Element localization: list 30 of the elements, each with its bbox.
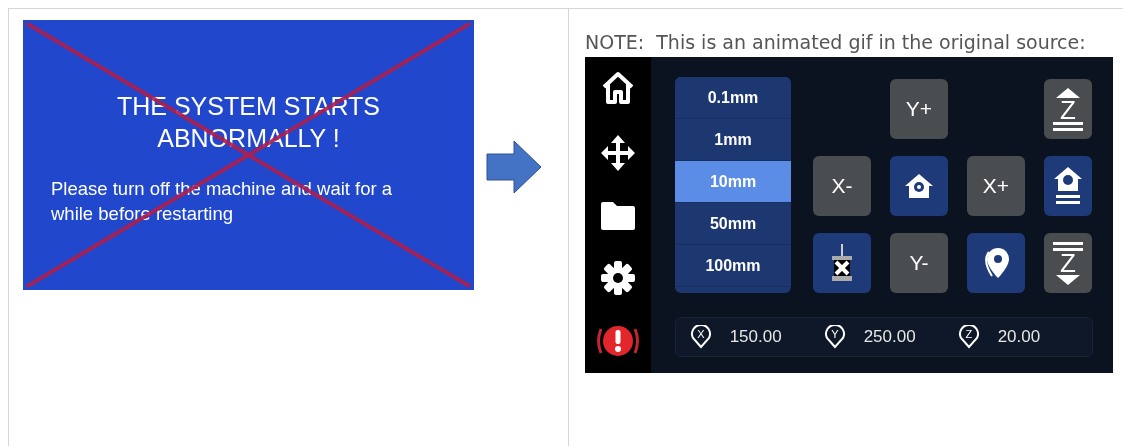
z-up-button[interactable]: Z [1044, 79, 1092, 139]
axis-pin-icon: Z [958, 325, 980, 349]
jog-button[interactable]: Y- [890, 233, 948, 293]
double-line-icon [1053, 121, 1083, 131]
home-button[interactable] [890, 156, 948, 216]
folder-icon[interactable] [599, 200, 637, 232]
right-arrow-icon [486, 140, 542, 194]
home-icon[interactable] [601, 71, 635, 105]
step-size-option[interactable]: 0.1mm [675, 77, 791, 119]
up-triangle-icon [1056, 87, 1080, 98]
home-pin-lines-icon [1053, 166, 1083, 206]
motor-off-button[interactable] [813, 233, 871, 293]
axis-position-value: 20.00 [997, 326, 1042, 349]
z-down-button[interactable]: Z [1044, 233, 1092, 293]
home-z-button[interactable] [1044, 156, 1092, 216]
pin-button[interactable] [967, 233, 1025, 293]
map-pin-icon [982, 246, 1010, 280]
home-pin-icon [904, 173, 934, 199]
jog-button[interactable]: X+ [967, 156, 1025, 216]
axis-pin-icon: Y [824, 325, 846, 349]
note-text: NOTE: This is an animated gif in the original source: [585, 30, 1087, 55]
jog-button[interactable]: X- [813, 156, 871, 216]
axis-position-value: 250.00 [863, 326, 917, 349]
alert-icon[interactable] [595, 323, 641, 359]
double-line-icon [1053, 241, 1083, 251]
axis-position-value: 150.00 [729, 326, 783, 349]
jog-button[interactable]: Y+ [890, 79, 948, 139]
axis-pin-icon: X [690, 325, 712, 349]
settings-icon[interactable] [600, 259, 636, 296]
down-triangle-icon [1056, 274, 1080, 285]
